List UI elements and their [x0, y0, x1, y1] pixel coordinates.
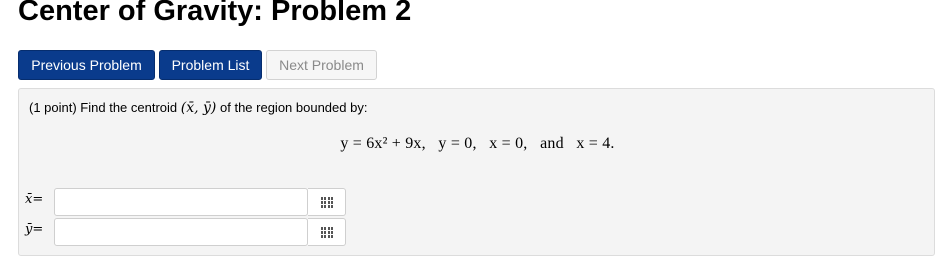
- page-title: Center of Gravity: Problem 2: [18, 0, 412, 27]
- xbar-equation-palette-button[interactable]: [308, 188, 346, 216]
- xbar-input[interactable]: [54, 188, 308, 216]
- ybar-equation-palette-button[interactable]: [308, 218, 346, 246]
- xbar-label: x̄=: [25, 192, 44, 207]
- prompt-prefix: (1 point) Find the centroid: [29, 100, 181, 115]
- centroid-symbol: (x̄, ȳ): [180, 100, 217, 116]
- prompt-suffix: of the region bounded by:: [216, 100, 368, 115]
- equation-palette-icon: [321, 197, 333, 208]
- region-equation: y = 6x² + 9x, y = 0, x = 0, and x = 4.: [340, 135, 615, 152]
- previous-problem-button[interactable]: Previous Problem: [18, 50, 155, 80]
- ybar-input[interactable]: [54, 218, 308, 246]
- problem-panel: (1 point) Find the centroid (x̄, ȳ) of t…: [18, 88, 935, 256]
- ybar-label: ȳ=: [25, 222, 44, 237]
- next-problem-button: Next Problem: [266, 50, 377, 80]
- equation-palette-icon: [321, 227, 333, 238]
- problem-list-button[interactable]: Problem List: [159, 50, 262, 80]
- problem-prompt: (1 point) Find the centroid (x̄, ȳ) of t…: [29, 97, 367, 119]
